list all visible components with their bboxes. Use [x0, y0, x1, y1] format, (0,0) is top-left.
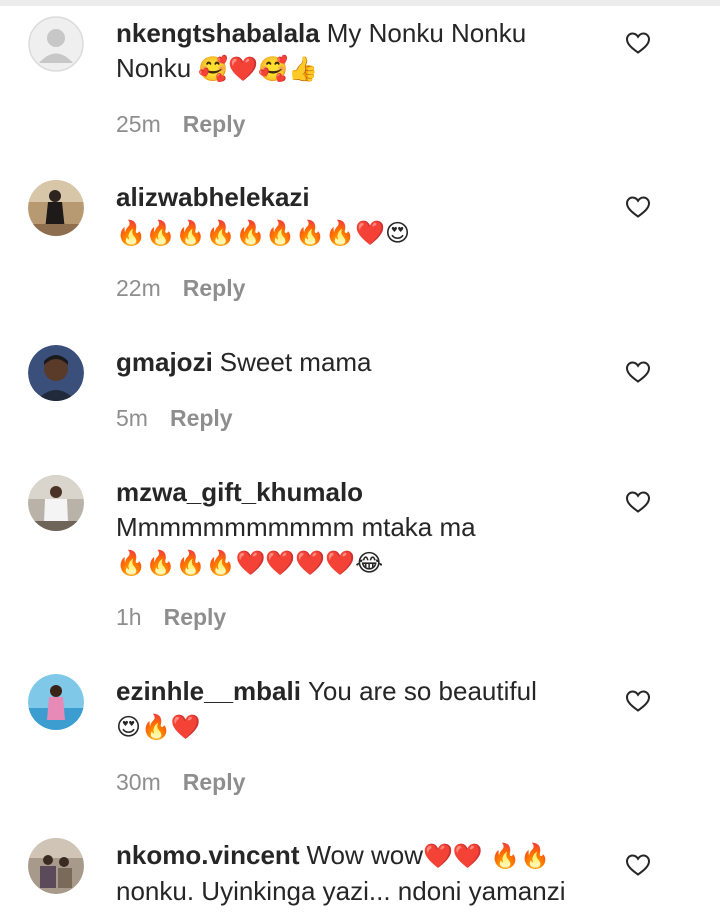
comment-meta: 25m Reply	[116, 111, 245, 138]
comment-meta: 1h Reply	[116, 604, 226, 631]
comment-timestamp: 25m	[116, 111, 161, 137]
comment-body: alizwabhelekazi 🔥🔥🔥🔥🔥🔥🔥🔥❤️😍	[116, 180, 606, 251]
comment-username[interactable]: gmajozi	[116, 347, 213, 377]
comment-message: Sweet mama	[219, 347, 372, 377]
comment-timestamp: 5m	[116, 405, 148, 431]
comment-body: nkengtshabalala My Nonku Nonku Nonku 🥰❤️🥰…	[116, 16, 606, 87]
comment-list: nkengtshabalala My Nonku Nonku Nonku 🥰❤️🥰…	[0, 0, 720, 913]
heart-outline-icon[interactable]	[625, 689, 651, 713]
avatar[interactable]	[28, 16, 84, 72]
comment-message-continued: nonku. Uyinkinga yazi... ndoni yamanzi	[116, 876, 566, 906]
heart-outline-icon[interactable]	[625, 31, 651, 55]
comment-username[interactable]: nkengtshabalala	[116, 18, 320, 48]
comment-meta: 5m Reply	[116, 405, 233, 432]
comment-timestamp: 30m	[116, 769, 161, 795]
comment-meta: 22m Reply	[116, 275, 245, 302]
emoji-group: 😍🔥❤️	[116, 713, 201, 741]
reply-button[interactable]: Reply	[164, 604, 227, 630]
avatar[interactable]	[28, 475, 84, 531]
emoji-group: 🔥🔥🔥🔥🔥🔥🔥🔥❤️😍	[116, 219, 410, 247]
heart-outline-icon[interactable]	[625, 853, 651, 877]
avatar[interactable]	[28, 674, 84, 730]
comment-timestamp: 1h	[116, 604, 142, 630]
heart-outline-icon[interactable]	[625, 490, 651, 514]
avatar[interactable]	[28, 345, 84, 401]
emoji-group: ❤️❤️ 🔥🔥	[423, 842, 551, 870]
comment-text: mzwa_gift_khumalo Mmmmmmmmmmm mtaka ma 🔥🔥🔥…	[116, 475, 606, 581]
comment-body: ezinhle__mbali You are so beautiful 😍🔥❤️	[116, 674, 606, 745]
comment-message: Wow wow	[306, 840, 424, 870]
comment-message: You are so beautiful	[307, 676, 537, 706]
emoji-group: 🥰❤️🥰👍	[198, 55, 318, 83]
reply-button[interactable]: Reply	[170, 405, 233, 431]
comment-text: alizwabhelekazi 🔥🔥🔥🔥🔥🔥🔥🔥❤️😍	[116, 180, 606, 251]
comment-text: nkomo.vincent Wow wow❤️❤️ 🔥🔥 nonku. Uyinki…	[116, 838, 606, 909]
comment-text: nkengtshabalala My Nonku Nonku Nonku 🥰❤️🥰…	[116, 16, 606, 87]
comment-body: nkomo.vincent Wow wow❤️❤️ 🔥🔥 nonku. Uyinki…	[116, 838, 606, 909]
comment-username[interactable]: ezinhle__mbali	[116, 676, 301, 706]
comment-text: ezinhle__mbali You are so beautiful 😍🔥❤️	[116, 674, 606, 745]
emoji-group: 🔥🔥🔥🔥❤️❤️❤️❤️😂	[116, 549, 384, 577]
heart-outline-icon[interactable]	[625, 360, 651, 384]
reply-button[interactable]: Reply	[183, 275, 246, 301]
comment-username[interactable]: alizwabhelekazi	[116, 182, 310, 212]
avatar[interactable]	[28, 838, 84, 894]
comment-meta: 30m Reply	[116, 769, 245, 796]
comment-text: gmajozi Sweet mama	[116, 345, 606, 380]
comment-body: gmajozi Sweet mama	[116, 345, 606, 380]
comment-username[interactable]: nkomo.vincent	[116, 840, 299, 870]
comment-username[interactable]: mzwa_gift_khumalo	[116, 477, 363, 507]
comment-message: Mmmmmmmmmmm mtaka ma	[116, 512, 476, 542]
comment-body: mzwa_gift_khumalo Mmmmmmmmmmm mtaka ma 🔥🔥🔥…	[116, 475, 606, 581]
avatar[interactable]	[28, 180, 84, 236]
reply-button[interactable]: Reply	[183, 769, 246, 795]
comment-timestamp: 22m	[116, 275, 161, 301]
reply-button[interactable]: Reply	[183, 111, 246, 137]
heart-outline-icon[interactable]	[625, 195, 651, 219]
